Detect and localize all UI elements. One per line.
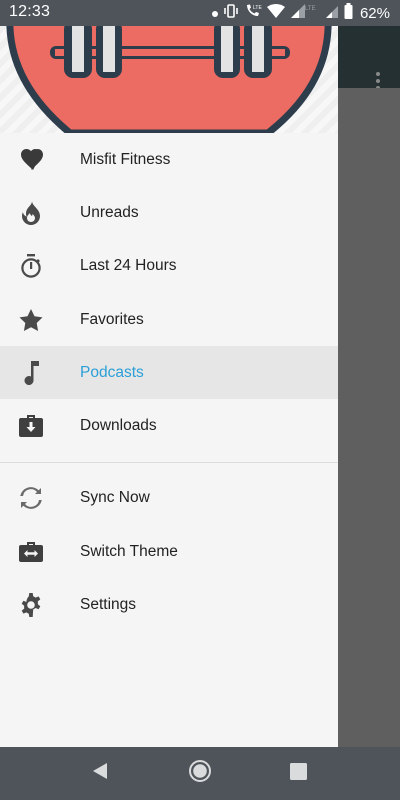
menu-item-label: Favorites [80,310,144,328]
menu-item-label: Switch Theme [80,542,178,560]
notification-dot-icon [211,4,218,22]
drawer-header [0,26,338,133]
back-button[interactable] [70,747,130,800]
menu-item-settings[interactable]: Settings [0,578,338,631]
menu-item-label: Downloads [80,417,157,435]
back-icon [91,762,109,785]
svg-text:LTE: LTE [253,5,262,11]
menu-item-downloads[interactable]: Downloads [0,399,338,452]
drawer-scrim[interactable] [338,88,400,747]
dumbbell-logo [6,26,332,133]
menu-item-label: Misfit Fitness [80,150,171,168]
heart-icon [18,147,44,173]
status-time: 12:33 [9,3,51,20]
svg-text:LTE: LTE [305,6,316,12]
system-navigation-bar [0,747,400,800]
battery-percent: 62% [359,4,390,22]
primary-menu: Misfit Fitness Unreads Last 24 Hours Fav… [0,133,338,453]
signal-icon [325,3,339,24]
stopwatch-icon [18,253,44,279]
navigation-drawer: Misfit Fitness Unreads Last 24 Hours Fav… [0,26,338,747]
menu-item-label: Last 24 Hours [80,257,177,275]
switch-theme-icon [18,539,44,565]
sync-icon [18,485,44,511]
secondary-menu: Sync Now Switch Theme Settings [0,472,338,632]
status-bar: 12:33 LTE LTE 62% [0,0,400,26]
menu-item-favorites[interactable]: Favorites [0,293,338,346]
battery-icon [344,2,353,24]
download-icon [18,413,44,439]
home-button[interactable] [170,747,230,800]
recents-button[interactable] [268,747,328,800]
menu-item-label: Settings [80,596,137,614]
menu-item-sync-now[interactable]: Sync Now [0,472,338,525]
app-toolbar [338,26,400,90]
signal-lte-icon: LTE [290,3,320,24]
wifi-icon [266,3,285,24]
lte-call-icon: LTE [244,3,262,24]
home-icon [188,759,212,788]
status-icons: LTE LTE 62% [211,2,390,24]
menu-item-label: Unreads [80,203,139,221]
music-note-icon [18,360,44,386]
menu-divider [0,461,338,463]
menu-item-last-24-hours[interactable]: Last 24 Hours [0,240,338,293]
recents-icon [289,762,307,785]
menu-item-label: Podcasts [80,363,144,381]
vibrate-icon [223,3,239,24]
menu-item-misfit-fitness[interactable]: Misfit Fitness [0,133,338,186]
star-icon [18,307,44,333]
menu-item-label: Sync Now [80,489,150,507]
gear-icon [18,592,44,618]
flame-icon [18,200,44,226]
menu-item-unreads[interactable]: Unreads [0,186,338,239]
menu-item-podcasts[interactable]: Podcasts [0,346,338,400]
menu-item-switch-theme[interactable]: Switch Theme [0,525,338,578]
